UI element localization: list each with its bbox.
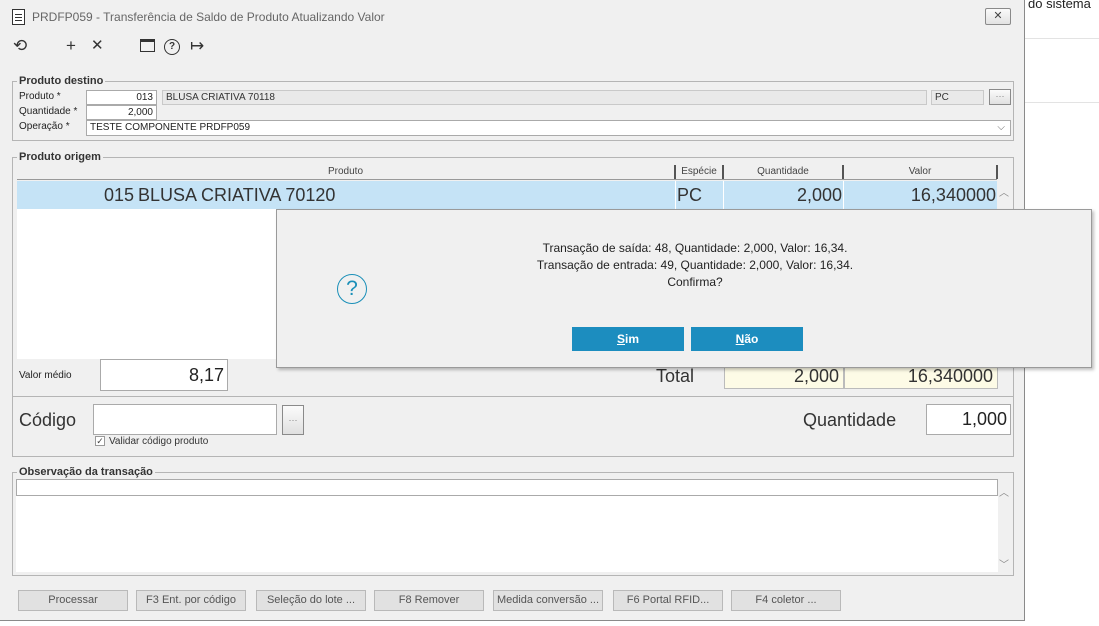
yes-hotkey: S bbox=[616, 332, 625, 346]
exit-icon[interactable]: ↦ bbox=[190, 36, 204, 56]
search-button[interactable]: ⋯ bbox=[989, 89, 1011, 105]
column-header-produto[interactable]: Produto bbox=[17, 165, 676, 179]
produto-label: Produto * bbox=[19, 91, 61, 102]
quantidade-codigo-label: Quantidade bbox=[803, 410, 897, 430]
coletor-button[interactable]: F4 coletor ... bbox=[731, 590, 841, 611]
question-icon: ? bbox=[337, 274, 367, 304]
no-label: ão bbox=[744, 332, 759, 346]
quantidade-field[interactable]: 2,000 bbox=[86, 105, 157, 120]
row-code: 015 bbox=[103, 185, 134, 205]
dialog-line-saida: Transação de saída: 48, Quantidade: 2,00… bbox=[542, 241, 848, 255]
window-close-button[interactable]: ✕ bbox=[985, 8, 1011, 25]
background-divider bbox=[1025, 38, 1099, 39]
column-header-especie[interactable]: Espécie bbox=[676, 165, 724, 179]
dialog-line-entrada: Transação de entrada: 49, Quantidade: 2,… bbox=[536, 258, 854, 272]
plus-icon[interactable]: + bbox=[66, 36, 76, 56]
cell-divider bbox=[843, 181, 844, 209]
quantidade-codigo-input[interactable]: 1,000 bbox=[926, 404, 1011, 435]
valor-medio-label: Valor médio bbox=[19, 370, 72, 381]
row-quantidade: 2,000 bbox=[796, 185, 842, 205]
background-divider bbox=[1025, 102, 1099, 103]
title-bar: PRDFP059 - Transferência de Saldo de Pro… bbox=[0, 0, 1024, 32]
quantidade-label: Quantidade * bbox=[19, 106, 78, 117]
total-label: Total bbox=[656, 366, 695, 386]
entrada-codigo-button[interactable]: F3 Ent. por código bbox=[136, 590, 246, 611]
column-header-quantidade[interactable]: Quantidade bbox=[724, 165, 844, 179]
document-icon bbox=[12, 9, 25, 25]
produto-code-field[interactable]: 013 bbox=[86, 90, 157, 105]
valor-medio-field: 8,17 bbox=[100, 359, 228, 391]
calendar-icon[interactable] bbox=[140, 39, 155, 52]
codigo-search-button[interactable]: ⋯ bbox=[282, 405, 304, 435]
codigo-label: Código bbox=[19, 410, 77, 430]
validar-checkbox[interactable]: ✓ bbox=[95, 436, 105, 446]
scroll-up-icon[interactable]: ︿ bbox=[999, 484, 1009, 499]
search-icon: ⋯ bbox=[995, 91, 1005, 101]
undo-icon[interactable]: ⟲ bbox=[13, 36, 27, 56]
column-header-valor[interactable]: Valor bbox=[844, 165, 998, 179]
confirm-dialog: ? Transação de saída: 48, Quantidade: 2,… bbox=[276, 209, 1092, 368]
window-title: PRDFP059 - Transferência de Saldo de Pro… bbox=[32, 10, 385, 24]
codigo-input[interactable] bbox=[93, 404, 277, 435]
produto-desc-field: BLUSA CRIATIVA 70118 bbox=[162, 90, 927, 105]
search-icon: ⋯ bbox=[288, 415, 298, 425]
origem-legend: Produto origem bbox=[17, 151, 103, 163]
row-especie: PC bbox=[677, 185, 703, 205]
validar-label[interactable]: Validar código produto bbox=[109, 436, 208, 447]
observacao-area[interactable] bbox=[16, 496, 998, 572]
portal-rfid-button[interactable]: F6 Portal RFID... bbox=[613, 590, 723, 611]
help-icon[interactable]: ? bbox=[164, 39, 180, 55]
medida-conversao-button[interactable]: Medida conversão ... bbox=[493, 590, 603, 611]
table-body bbox=[17, 209, 277, 359]
no-button[interactable]: Não bbox=[691, 327, 803, 351]
observacao-textarea[interactable] bbox=[16, 479, 998, 496]
yes-label: im bbox=[625, 332, 640, 346]
operacao-value: TESTE COMPONENTE PRDFP059 bbox=[90, 122, 251, 133]
cell-divider bbox=[723, 181, 724, 209]
produto-unit-field: PC bbox=[931, 90, 984, 105]
scroll-down-icon[interactable]: ﹀ bbox=[999, 556, 1009, 571]
row-valor: 16,340000 bbox=[910, 185, 996, 205]
toolbar: ⟲ + ✕ ? ↦ bbox=[0, 32, 1024, 62]
observacao-legend: Observação da transação bbox=[17, 466, 155, 478]
row-produto: BLUSA CRIATIVA 70120 bbox=[138, 185, 336, 205]
dialog-line-confirma: Confirma? bbox=[667, 275, 723, 289]
close-icon[interactable]: ✕ bbox=[91, 36, 104, 56]
processar-button[interactable]: Processar bbox=[18, 590, 128, 611]
selecao-lote-button[interactable]: Seleção do lote ... bbox=[256, 590, 366, 611]
scroll-up-icon[interactable]: ︿ bbox=[999, 184, 1009, 199]
cell-divider bbox=[675, 181, 676, 209]
operacao-label: Operação * bbox=[19, 121, 70, 132]
chevron-down-icon: ⌵ bbox=[997, 122, 1005, 133]
table-row[interactable]: 015 BLUSA CRIATIVA 70120 PC 2,000 16,340… bbox=[17, 181, 997, 209]
operacao-select[interactable]: TESTE COMPONENTE PRDFP059 ⌵ bbox=[86, 120, 1011, 136]
header-divider bbox=[17, 179, 997, 180]
remover-button[interactable]: F8 Remover bbox=[374, 590, 484, 611]
yes-button[interactable]: Sim bbox=[572, 327, 684, 351]
destino-legend: Produto destino bbox=[17, 75, 106, 87]
background-text: do sistema bbox=[1028, 0, 1091, 11]
